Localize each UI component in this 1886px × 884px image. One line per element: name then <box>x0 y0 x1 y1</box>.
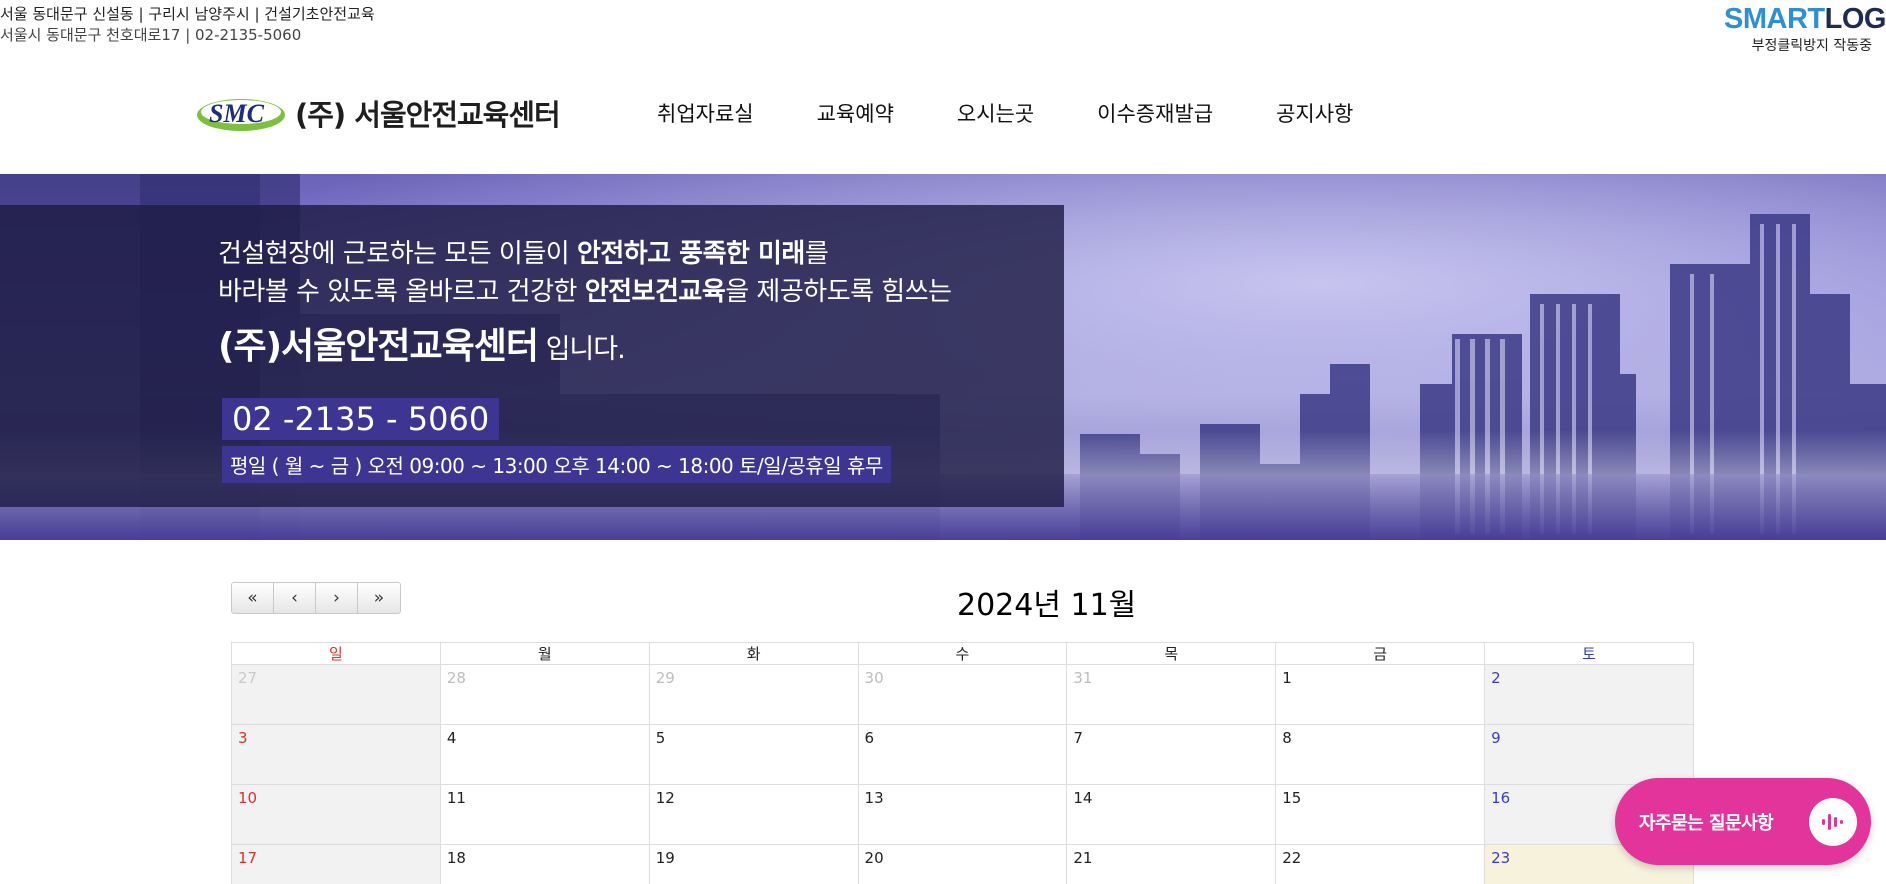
site-logo[interactable]: SMC (주) 서울안전교육센터 <box>195 92 561 134</box>
smartlog-logo: SMARTLOG <box>1716 4 1886 34</box>
next-year-button[interactable]: » <box>358 583 400 613</box>
calendar-day-cell[interactable]: 17 <box>231 844 441 884</box>
nav-item-notice[interactable]: 공지사항 <box>1276 98 1353 128</box>
calendar-day-cell[interactable]: 19 <box>648 844 859 884</box>
hero-line2-b: 안전보건교육 <box>584 277 726 307</box>
next-month-button[interactable]: › <box>316 583 358 613</box>
smc-emblem-icon: SMC <box>197 99 285 131</box>
calendar-day-cell[interactable]: 9 <box>1484 724 1694 785</box>
faq-floating-button[interactable]: 자주묻는 질문사항 <box>1615 778 1871 865</box>
calendar-day-cell[interactable]: 22 <box>1275 844 1486 884</box>
calendar-day-cell[interactable]: 15 <box>1275 784 1486 845</box>
calendar-day-cell[interactable]: 27 <box>231 664 441 725</box>
voice-wave-icon <box>1809 798 1857 846</box>
calendar-day-cell[interactable]: 5 <box>648 724 859 785</box>
calendar-day-cell[interactable]: 31 <box>1066 664 1277 725</box>
site-header: SMC (주) 서울안전교육센터 취업자료실 교육예약 오시는곳 이수증재발급 … <box>0 70 1886 174</box>
hero-banner: 건설현장에 근로하는 모든 이들이 안전하고 풍족한 미래를 바라볼 수 있도록… <box>0 174 1886 540</box>
calendar-weekday-row: 일 월 화 수 목 금 토 <box>231 642 1694 665</box>
smartlog-badge[interactable]: SMARTLOG 부정클릭방지 작동중 <box>1716 4 1886 55</box>
emblem-text: SMC <box>209 99 265 128</box>
calendar-day-cell[interactable]: 14 <box>1066 784 1277 845</box>
hero-text: 건설현장에 근로하는 모든 이들이 안전하고 풍족한 미래를 바라볼 수 있도록… <box>218 235 952 370</box>
calendar-day-cell[interactable]: 10 <box>231 784 441 845</box>
calendar-day-cell[interactable]: 7 <box>1066 724 1277 785</box>
main-nav: 취업자료실 교육예약 오시는곳 이수증재발급 공지사항 <box>657 98 1416 128</box>
company-name: (주) 서울안전교육센터 <box>295 98 561 132</box>
smartlog-subtext: 부정클릭방지 작동중 <box>1751 38 1872 54</box>
hero-line2-c: 을 제공하도록 힘쓰는 <box>725 277 952 307</box>
calendar-grid: 일 월 화 수 목 금 토 27 28 29 30 31 1 2 3 4 5 6… <box>231 642 1694 884</box>
hero-line1: 건설현장에 근로하는 모든 이들이 안전하고 풍족한 미래를 <box>218 235 952 273</box>
hero-line1-a: 건설현장에 근로하는 모든 이들이 <box>218 239 577 269</box>
weekday-fri: 금 <box>1275 642 1486 665</box>
weekday-thu: 목 <box>1066 642 1277 665</box>
prev-month-button[interactable]: ‹ <box>274 583 316 613</box>
prev-year-button[interactable]: « <box>232 583 274 613</box>
calendar-day-cell[interactable]: 2 <box>1484 664 1694 725</box>
calendar-day-cell[interactable]: 4 <box>439 724 650 785</box>
calendar-day-cell[interactable]: 13 <box>857 784 1068 845</box>
smartlog-logo-b: LOG <box>1824 3 1886 35</box>
hero-company-name: (주)서울안전교육센터 <box>218 326 539 367</box>
smartlog-logo-a: SMART <box>1724 3 1825 35</box>
calendar-week-row: 3 4 5 6 7 8 9 <box>231 724 1694 785</box>
calendar-day-cell[interactable]: 1 <box>1275 664 1486 725</box>
calendar-day-cell[interactable]: 11 <box>439 784 650 845</box>
weekday-tue: 화 <box>648 642 859 665</box>
top-info-line2: 서울시 동대문구 천호대로17 | 02-2135-5060 <box>0 26 302 44</box>
hero-line2-a: 바라볼 수 있도록 올바르고 건강한 <box>218 277 585 307</box>
calendar-week-row: 27 28 29 30 31 1 2 <box>231 664 1694 725</box>
calendar-title: 2024년 11월 <box>957 588 1137 623</box>
hero-hours: 평일 ( 월 ~ 금 ) 오전 09:00 ~ 13:00 오후 14:00 ~… <box>222 446 891 483</box>
top-address-info: 서울 동대문구 신설동 | 구리시 남양주시 | 건설기초안전교육 서울시 동대… <box>0 4 375 46</box>
hero-line2: 바라볼 수 있도록 올바르고 건강한 안전보건교육을 제공하도록 힘쓰는 <box>218 273 952 311</box>
hero-line1-c: 를 <box>804 239 829 269</box>
calendar-nav: « ‹ › » <box>231 582 401 614</box>
calendar-day-cell[interactable]: 20 <box>857 844 1068 884</box>
calendar-day-cell[interactable]: 12 <box>648 784 859 845</box>
calendar-day-cell[interactable]: 18 <box>439 844 650 884</box>
hero-line1-b: 안전하고 풍족한 미래 <box>576 239 805 269</box>
weekday-wed: 수 <box>857 642 1068 665</box>
hero-company: (주)서울안전교육센터 입니다. <box>218 327 952 370</box>
weekday-sun: 일 <box>231 642 441 665</box>
faq-label: 자주묻는 질문사항 <box>1639 812 1774 834</box>
top-info-line1: 서울 동대문구 신설동 | 구리시 남양주시 | 건설기초안전교육 <box>0 5 375 23</box>
hero-phone: 02 -2135 - 5060 <box>222 398 500 440</box>
calendar-week-row: 10 11 12 13 14 15 16 <box>231 784 1694 845</box>
calendar-day-cell[interactable]: 3 <box>231 724 441 785</box>
calendar-day-cell[interactable]: 8 <box>1275 724 1486 785</box>
calendar-day-cell[interactable]: 6 <box>857 724 1068 785</box>
weekday-sat: 토 <box>1484 642 1694 665</box>
nav-item-directions[interactable]: 오시는곳 <box>957 98 1034 128</box>
calendar-day-cell[interactable]: 28 <box>439 664 650 725</box>
nav-item-jobs[interactable]: 취업자료실 <box>657 98 754 128</box>
calendar-day-cell[interactable]: 29 <box>648 664 859 725</box>
calendar-day-cell[interactable]: 30 <box>857 664 1068 725</box>
calendar-week-row: 17 18 19 20 21 22 23 <box>231 844 1694 884</box>
weekday-mon: 월 <box>439 642 650 665</box>
hero-company-suffix: 입니다. <box>538 334 626 365</box>
nav-item-certificate[interactable]: 이수증재발급 <box>1097 98 1213 128</box>
calendar-day-cell[interactable]: 21 <box>1066 844 1277 884</box>
nav-item-reservation[interactable]: 교육예약 <box>817 98 894 128</box>
